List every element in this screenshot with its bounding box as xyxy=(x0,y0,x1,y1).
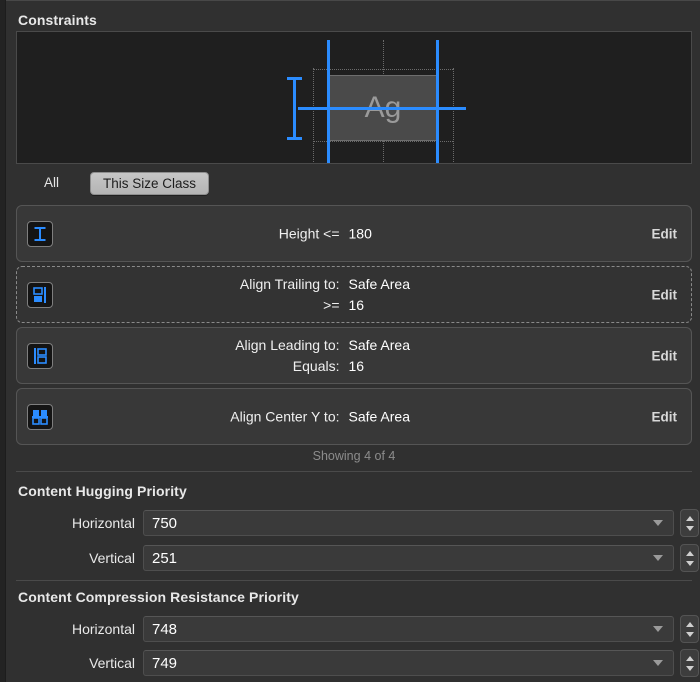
edit-button[interactable]: Edit xyxy=(652,409,678,424)
chevron-up-icon[interactable] xyxy=(685,655,694,661)
hugging-vertical-label: Vertical xyxy=(89,550,135,566)
chevron-down-icon[interactable] xyxy=(653,555,663,561)
compression-vertical-combo[interactable]: 749 xyxy=(143,650,674,676)
constraint-label: Equals: xyxy=(292,357,340,374)
size-class-filter: All This Size Class xyxy=(16,171,692,201)
constraints-panel: Constraints Ag All This Size Class Heigh… xyxy=(7,1,700,682)
chevron-down-icon[interactable] xyxy=(653,660,663,666)
guide-dotted-right xyxy=(453,68,454,163)
constraint-row[interactable]: Align Center Y to: Safe Area Edit xyxy=(16,388,692,445)
hugging-horizontal-stepper[interactable] xyxy=(680,509,699,537)
hugging-horizontal-value: 750 xyxy=(152,515,178,532)
hugging-vertical-value: 251 xyxy=(152,550,178,567)
hugging-horizontal-label: Horizontal xyxy=(71,515,135,531)
constraint-description: Height <= 180 xyxy=(17,223,691,244)
chevron-down-icon[interactable] xyxy=(653,520,663,526)
hugging-horizontal-combo[interactable]: 750 xyxy=(143,510,674,536)
chevron-up-icon[interactable] xyxy=(685,550,694,556)
constraint-value: 16 xyxy=(348,357,365,374)
divider-above-compression xyxy=(16,580,692,581)
leading-constraint-line xyxy=(327,40,330,163)
constraint-row[interactable]: Height <= 180 Edit xyxy=(16,205,692,262)
compression-horizontal-stepper[interactable] xyxy=(680,615,699,643)
chevron-down-icon[interactable] xyxy=(685,665,694,671)
constraint-label: Align Leading to: xyxy=(235,336,340,353)
constraint-line: Equals: 16 xyxy=(67,356,621,377)
center-y-constraint-line xyxy=(298,107,466,110)
guide-dotted-top xyxy=(313,69,453,70)
trailing-constraint-line xyxy=(436,40,439,163)
constraint-label: Align Center Y to: xyxy=(230,408,340,424)
content-hugging-title: Content Hugging Priority xyxy=(18,483,187,499)
constraint-line: >= 16 xyxy=(67,295,621,316)
constraint-label: >= xyxy=(323,296,340,313)
guide-dotted-bottom xyxy=(313,141,453,142)
compression-horizontal-value: 748 xyxy=(152,621,178,638)
edit-button[interactable]: Edit xyxy=(652,348,678,363)
height-constraint-indicator xyxy=(287,77,302,140)
constraint-value: Safe Area xyxy=(348,275,411,292)
hugging-vertical-row: Vertical 251 xyxy=(16,544,699,572)
constraint-value: 16 xyxy=(348,296,365,313)
constraint-label: Height <= xyxy=(278,225,340,241)
page-title: Constraints xyxy=(18,12,97,28)
divider-above-hugging xyxy=(16,471,692,472)
compression-vertical-label: Vertical xyxy=(89,655,135,671)
hugging-horizontal-row: Horizontal 750 xyxy=(16,509,699,537)
constraint-preview[interactable]: Ag xyxy=(16,31,692,164)
guide-dotted-left xyxy=(313,68,314,163)
left-gutter xyxy=(0,0,6,682)
edit-button[interactable]: Edit xyxy=(652,287,678,302)
constraint-value: Safe Area xyxy=(348,408,411,424)
compression-horizontal-combo[interactable]: 748 xyxy=(143,616,674,642)
chevron-up-icon[interactable] xyxy=(685,621,694,627)
compression-vertical-value: 749 xyxy=(152,655,178,672)
chevron-up-icon[interactable] xyxy=(685,515,694,521)
constraint-description: Align Trailing to: Safe Area >= 16 xyxy=(17,274,691,316)
compression-vertical-stepper[interactable] xyxy=(680,649,699,677)
constraint-row[interactable]: Align Leading to: Safe Area Equals: 16 Edit xyxy=(16,327,692,384)
chevron-down-icon[interactable] xyxy=(685,525,694,531)
chevron-down-icon[interactable] xyxy=(685,560,694,566)
size-class-all-button[interactable]: All xyxy=(44,175,59,190)
size-class-this-button[interactable]: This Size Class xyxy=(90,172,210,195)
hugging-vertical-combo[interactable]: 251 xyxy=(143,545,674,571)
constraint-list: Height <= 180 Edit Align Trailing to: Safe A… xyxy=(16,205,692,449)
constraint-description: Align Leading to: Safe Area Equals: 16 xyxy=(17,335,691,377)
compression-vertical-row: Vertical 749 xyxy=(16,649,699,677)
chevron-down-icon[interactable] xyxy=(653,626,663,632)
compression-horizontal-label: Horizontal xyxy=(71,621,135,637)
hugging-vertical-stepper[interactable] xyxy=(680,544,699,572)
constraint-label: Align Trailing to: xyxy=(239,275,340,292)
content-compression-title: Content Compression Resistance Priority xyxy=(18,589,299,605)
showing-count-label: Showing 4 of 4 xyxy=(312,449,396,463)
constraint-line: Height <= 180 xyxy=(67,223,621,244)
chevron-down-icon[interactable] xyxy=(685,631,694,637)
constraint-line: Align Leading to: Safe Area xyxy=(67,335,621,356)
inspector-panel: Constraints Ag All This Size Class Heigh… xyxy=(0,0,700,682)
constraint-value: 180 xyxy=(348,225,372,241)
constraint-row[interactable]: Align Trailing to: Safe Area >= 16 Edit xyxy=(16,266,692,323)
constraint-line: Align Trailing to: Safe Area xyxy=(67,274,621,295)
compression-horizontal-row: Horizontal 748 xyxy=(16,615,699,643)
constraint-value: Safe Area xyxy=(348,336,411,353)
edit-button[interactable]: Edit xyxy=(652,226,678,241)
constraint-description: Align Center Y to: Safe Area xyxy=(17,406,691,427)
constraint-line: Align Center Y to: Safe Area xyxy=(67,406,621,427)
